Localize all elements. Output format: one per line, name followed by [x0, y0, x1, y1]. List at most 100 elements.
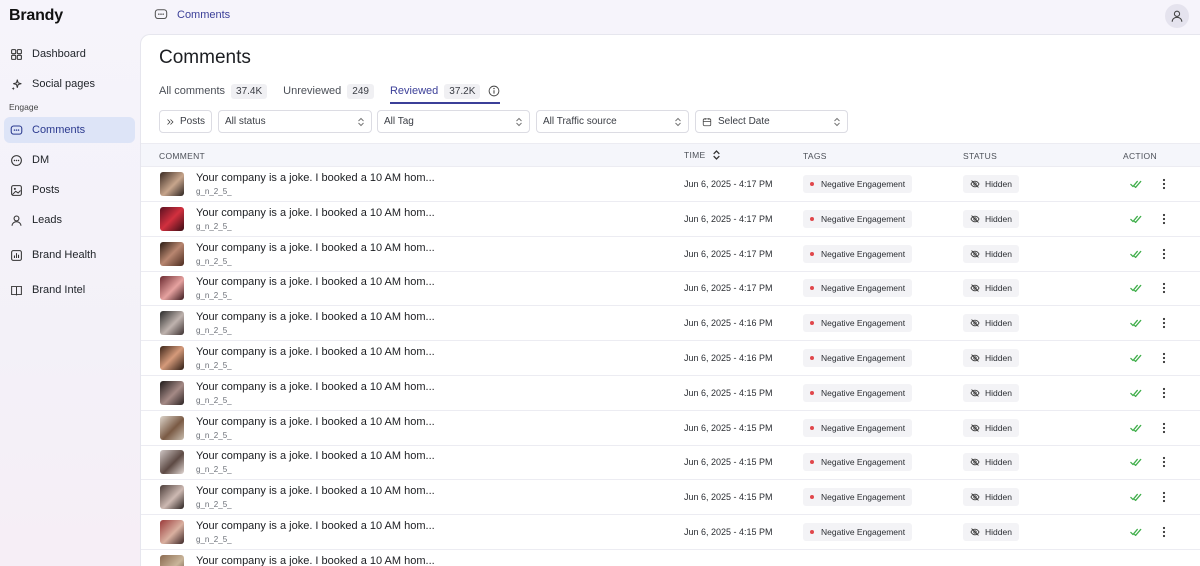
comment-text[interactable]: Your company is a joke. I booked a 10 AM… — [196, 520, 435, 532]
table-row[interactable]: Your company is a joke. I booked a 10 AM… — [141, 515, 1200, 550]
post-thumbnail[interactable] — [160, 520, 184, 544]
table-row[interactable]: Your company is a joke. I booked a 10 AM… — [141, 445, 1200, 481]
tag-badge[interactable]: Negative Engagement — [803, 314, 913, 333]
reviewed-check-icon[interactable] — [1130, 527, 1142, 537]
sidebar-item-social-pages[interactable]: Social pages — [4, 71, 135, 97]
post-thumbnail[interactable] — [160, 206, 184, 231]
reviewed-check-icon[interactable] — [1130, 353, 1142, 363]
reviewed-check-icon[interactable] — [1130, 283, 1142, 293]
main-panel: Comments All comments 37.4K Unreviewed 2… — [140, 34, 1200, 566]
comment-text[interactable]: Your company is a joke. I booked a 10 AM… — [196, 381, 435, 393]
post-thumbnail[interactable] — [160, 485, 184, 510]
brand-logo[interactable]: Brandy — [9, 7, 63, 25]
comment-text[interactable]: Your company is a joke. I booked a 10 AM… — [196, 450, 435, 462]
table-row[interactable]: Your company is a joke. I booked a 10 AM… — [141, 202, 1200, 237]
reviewed-check-icon[interactable] — [1130, 214, 1142, 224]
table-row[interactable]: Your company is a joke. I booked a 10 AM… — [141, 550, 1200, 566]
tag-badge[interactable]: Negative Engagement — [803, 349, 913, 367]
more-vertical-icon[interactable] — [1162, 213, 1166, 225]
top-bar: Brandy Comments — [0, 0, 1200, 34]
more-vertical-icon[interactable] — [1162, 352, 1166, 364]
post-thumbnail[interactable] — [160, 172, 184, 196]
more-vertical-icon[interactable] — [1162, 491, 1166, 503]
sidebar-item-dashboard[interactable]: Dashboard — [4, 41, 135, 67]
tag-badge[interactable]: Negative Engagement — [803, 523, 913, 541]
comment-text[interactable]: Your company is a joke. I booked a 10 AM… — [196, 555, 435, 566]
tag-select[interactable]: All Tag — [377, 110, 530, 133]
more-vertical-icon[interactable] — [1162, 422, 1166, 434]
comment-text[interactable]: Your company is a joke. I booked a 10 AM… — [196, 485, 435, 497]
table-row[interactable]: Your company is a joke. I booked a 10 AM… — [141, 376, 1200, 411]
comment-time: Jun 6, 2025 - 4:15 PM — [684, 457, 773, 468]
post-thumbnail[interactable] — [160, 450, 184, 475]
sidebar-item-brand-health[interactable]: Brand Health — [4, 242, 135, 268]
post-thumbnail[interactable] — [160, 380, 184, 405]
info-icon[interactable] — [488, 85, 500, 97]
comment-time: Jun 6, 2025 - 4:15 PM — [684, 527, 773, 537]
more-vertical-icon[interactable] — [1162, 387, 1166, 399]
tab-all-comments[interactable]: All comments 37.4K — [159, 80, 268, 102]
tag-badge[interactable]: Negative Engagement — [803, 244, 913, 263]
comment-text[interactable]: Your company is a joke. I booked a 10 AM… — [196, 311, 435, 323]
reviewed-check-icon[interactable] — [1130, 249, 1142, 259]
sidebar-item-leads[interactable]: Leads — [4, 207, 135, 233]
comment-username: g_n_2_5_ — [196, 465, 232, 475]
eye-off-icon — [970, 528, 980, 536]
post-thumbnail[interactable] — [160, 276, 184, 301]
reviewed-check-icon[interactable] — [1130, 388, 1142, 398]
tag-badge[interactable]: Negative Engagement — [803, 383, 913, 402]
header-time[interactable]: TIME — [684, 149, 721, 161]
reviewed-check-icon[interactable] — [1130, 492, 1142, 502]
tag-badge[interactable]: Negative Engagement — [803, 279, 913, 298]
tag-badge[interactable]: Negative Engagement — [803, 209, 913, 228]
tag-badge[interactable]: Negative Engagement — [803, 418, 913, 437]
comment-time: Jun 6, 2025 - 4:15 PM — [684, 492, 773, 503]
table-row[interactable]: Your company is a joke. I booked a 10 AM… — [141, 306, 1200, 342]
sidebar-item-posts[interactable]: Posts — [4, 177, 135, 203]
more-vertical-icon[interactable] — [1162, 526, 1166, 538]
more-vertical-icon[interactable] — [1162, 317, 1166, 329]
posts-filter-button[interactable]: Posts — [159, 110, 212, 133]
status-badge: Hidden — [963, 279, 1019, 298]
reviewed-check-icon[interactable] — [1130, 318, 1142, 328]
sidebar-item-comments[interactable]: Comments — [4, 117, 135, 143]
table-row[interactable]: Your company is a joke. I booked a 10 AM… — [141, 271, 1200, 307]
post-thumbnail[interactable] — [160, 415, 184, 440]
comment-text[interactable]: Your company is a joke. I booked a 10 AM… — [196, 242, 435, 254]
reviewed-check-icon[interactable] — [1130, 457, 1142, 467]
sidebar-item-dm[interactable]: DM — [4, 147, 135, 173]
table-row[interactable]: Your company is a joke. I booked a 10 AM… — [141, 341, 1200, 376]
comment-text[interactable]: Your company is a joke. I booked a 10 AM… — [196, 207, 435, 219]
sidebar-item-brand-intel[interactable]: Brand Intel — [4, 277, 135, 303]
traffic-source-select[interactable]: All Traffic source — [536, 110, 689, 133]
post-thumbnail[interactable] — [160, 554, 184, 566]
user-avatar[interactable] — [1165, 4, 1189, 28]
eye-off-icon — [970, 319, 980, 327]
post-thumbnail[interactable] — [160, 311, 184, 336]
more-vertical-icon[interactable] — [1162, 456, 1166, 468]
tab-reviewed[interactable]: Reviewed 37.2K — [389, 80, 501, 104]
table-row[interactable]: Your company is a joke. I booked a 10 AM… — [141, 411, 1200, 446]
more-vertical-icon[interactable] — [1162, 248, 1166, 260]
post-thumbnail[interactable] — [160, 241, 184, 266]
date-select[interactable]: Select Date — [695, 110, 848, 133]
status-select[interactable]: All status — [218, 110, 372, 133]
comment-text[interactable]: Your company is a joke. I booked a 10 AM… — [196, 346, 435, 358]
more-vertical-icon[interactable] — [1162, 282, 1166, 294]
comment-text[interactable]: Your company is a joke. I booked a 10 AM… — [196, 416, 435, 428]
table-row[interactable]: Your company is a joke. I booked a 10 AM… — [141, 237, 1200, 272]
status-badge: Hidden — [963, 453, 1019, 472]
tab-unreviewed[interactable]: Unreviewed 249 — [283, 80, 374, 102]
comment-text[interactable]: Your company is a joke. I booked a 10 AM… — [196, 172, 435, 184]
reviewed-check-icon[interactable] — [1130, 179, 1142, 189]
post-thumbnail[interactable] — [160, 346, 184, 370]
tag-badge[interactable]: Negative Engagement — [803, 453, 913, 472]
tag-badge[interactable]: Negative Engagement — [803, 175, 913, 193]
reviewed-check-icon[interactable] — [1130, 423, 1142, 433]
table-row[interactable]: Your company is a joke. I booked a 10 AM… — [141, 480, 1200, 516]
more-vertical-icon[interactable] — [1162, 178, 1166, 190]
breadcrumb-current[interactable]: Comments — [177, 9, 230, 21]
tag-badge[interactable]: Negative Engagement — [803, 488, 913, 507]
comment-text[interactable]: Your company is a joke. I booked a 10 AM… — [196, 276, 435, 288]
table-row[interactable]: Your company is a joke. I booked a 10 AM… — [141, 167, 1200, 202]
